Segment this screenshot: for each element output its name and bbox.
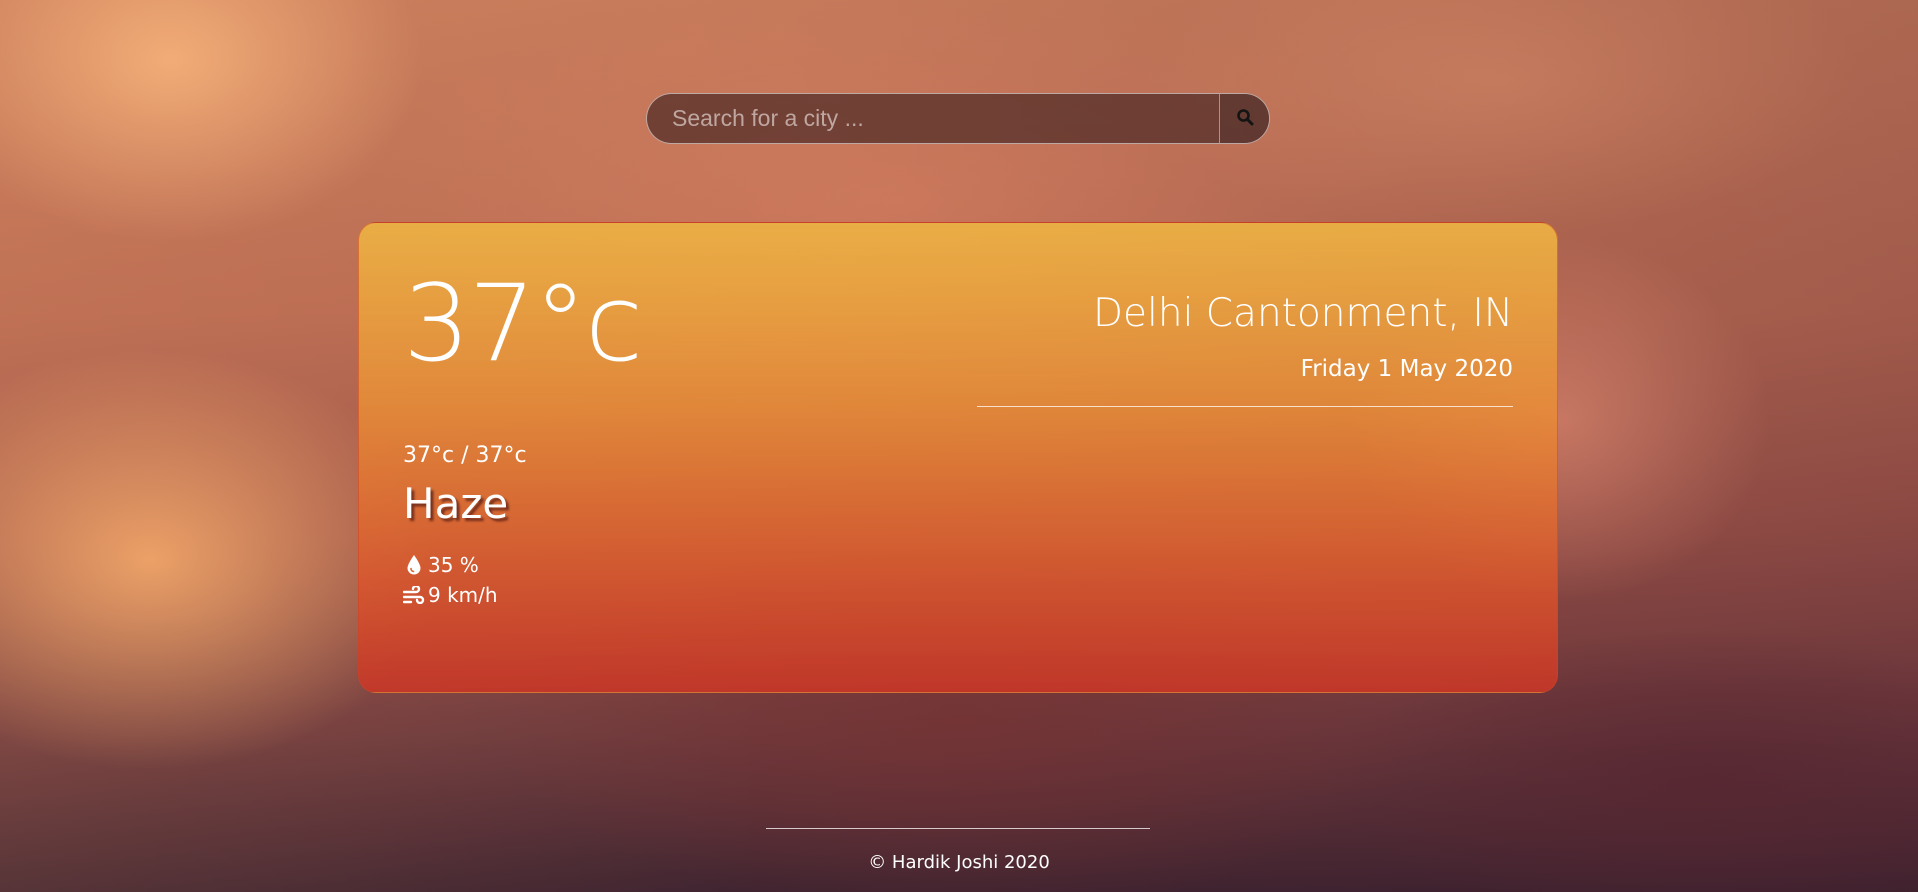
humidity-stat: 35 % — [403, 553, 479, 577]
wind-value: 9 km/h — [428, 583, 498, 607]
search-bar — [646, 93, 1270, 144]
wind-icon — [403, 586, 425, 604]
current-date: Friday 1 May 2020 — [1300, 356, 1513, 382]
search-input[interactable] — [647, 94, 1219, 143]
location-name: Delhi Cantonment, IN — [1093, 291, 1513, 336]
current-temperature: 37°c — [403, 262, 643, 385]
divider — [977, 406, 1513, 407]
weather-card: 37°c Delhi Cantonment, IN Friday 1 May 2… — [358, 222, 1558, 693]
weather-condition: Haze — [403, 479, 509, 528]
wind-stat: 9 km/h — [403, 583, 498, 607]
humidity-value: 35 % — [428, 553, 479, 577]
min-max-temperature: 37°c / 37°c — [403, 443, 527, 468]
search-icon — [1236, 108, 1254, 129]
search-button[interactable] — [1219, 94, 1269, 143]
droplet-icon — [403, 554, 425, 576]
footer-divider — [766, 828, 1150, 829]
footer-copyright: © Hardik Joshi 2020 — [868, 852, 1050, 873]
